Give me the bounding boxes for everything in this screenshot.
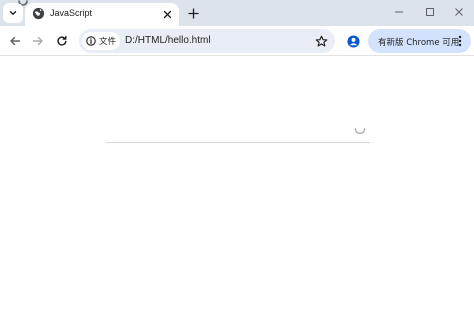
close-icon bbox=[455, 8, 463, 16]
loading-spinner-icon bbox=[354, 128, 366, 135]
tab-close-button[interactable] bbox=[159, 6, 175, 22]
divider-line bbox=[106, 142, 370, 143]
maximize-icon bbox=[426, 8, 434, 16]
tab-search-button[interactable] bbox=[3, 3, 23, 23]
plus-icon bbox=[187, 7, 199, 19]
globe-icon bbox=[32, 7, 45, 20]
info-icon bbox=[86, 36, 96, 46]
tab-active[interactable]: JavaScript bbox=[25, 3, 179, 26]
minimize-icon bbox=[395, 11, 403, 13]
chrome-update-button[interactable]: 有新版 Chrome 可用 bbox=[368, 29, 471, 53]
arrow-right-icon bbox=[32, 36, 43, 46]
close-window-button[interactable] bbox=[444, 2, 474, 22]
page-content bbox=[0, 57, 474, 316]
star-icon bbox=[315, 35, 327, 47]
arrow-left-icon bbox=[10, 36, 21, 46]
site-info-chip[interactable]: 文件 bbox=[82, 32, 120, 50]
maximize-button[interactable] bbox=[415, 2, 445, 22]
profile-button[interactable] bbox=[345, 33, 361, 49]
kebab-menu-icon bbox=[458, 35, 462, 47]
address-bar[interactable]: 文件 D:/HTML/hello.html bbox=[79, 29, 335, 53]
reload-icon bbox=[57, 35, 67, 46]
tab-title: JavaScript bbox=[50, 8, 93, 18]
forward-button[interactable] bbox=[29, 32, 47, 50]
new-tab-button[interactable] bbox=[184, 4, 202, 22]
reload-button[interactable] bbox=[53, 32, 71, 50]
minimize-button[interactable] bbox=[384, 2, 414, 22]
tab-strip: JavaScript bbox=[0, 0, 474, 26]
person-icon bbox=[346, 34, 360, 48]
browser-toolbar: 文件 D:/HTML/hello.html 有新版 Chrome 可用 bbox=[0, 26, 474, 56]
bookmark-button[interactable] bbox=[313, 33, 329, 49]
update-label: 有新版 Chrome 可用 bbox=[378, 38, 460, 48]
url-text[interactable]: D:/HTML/hello.html bbox=[125, 35, 211, 46]
close-icon bbox=[163, 10, 171, 18]
site-info-label: 文件 bbox=[99, 37, 117, 47]
chevron-down-icon bbox=[9, 11, 17, 15]
browser-menu-button[interactable] bbox=[453, 33, 467, 49]
back-button[interactable] bbox=[6, 32, 24, 50]
